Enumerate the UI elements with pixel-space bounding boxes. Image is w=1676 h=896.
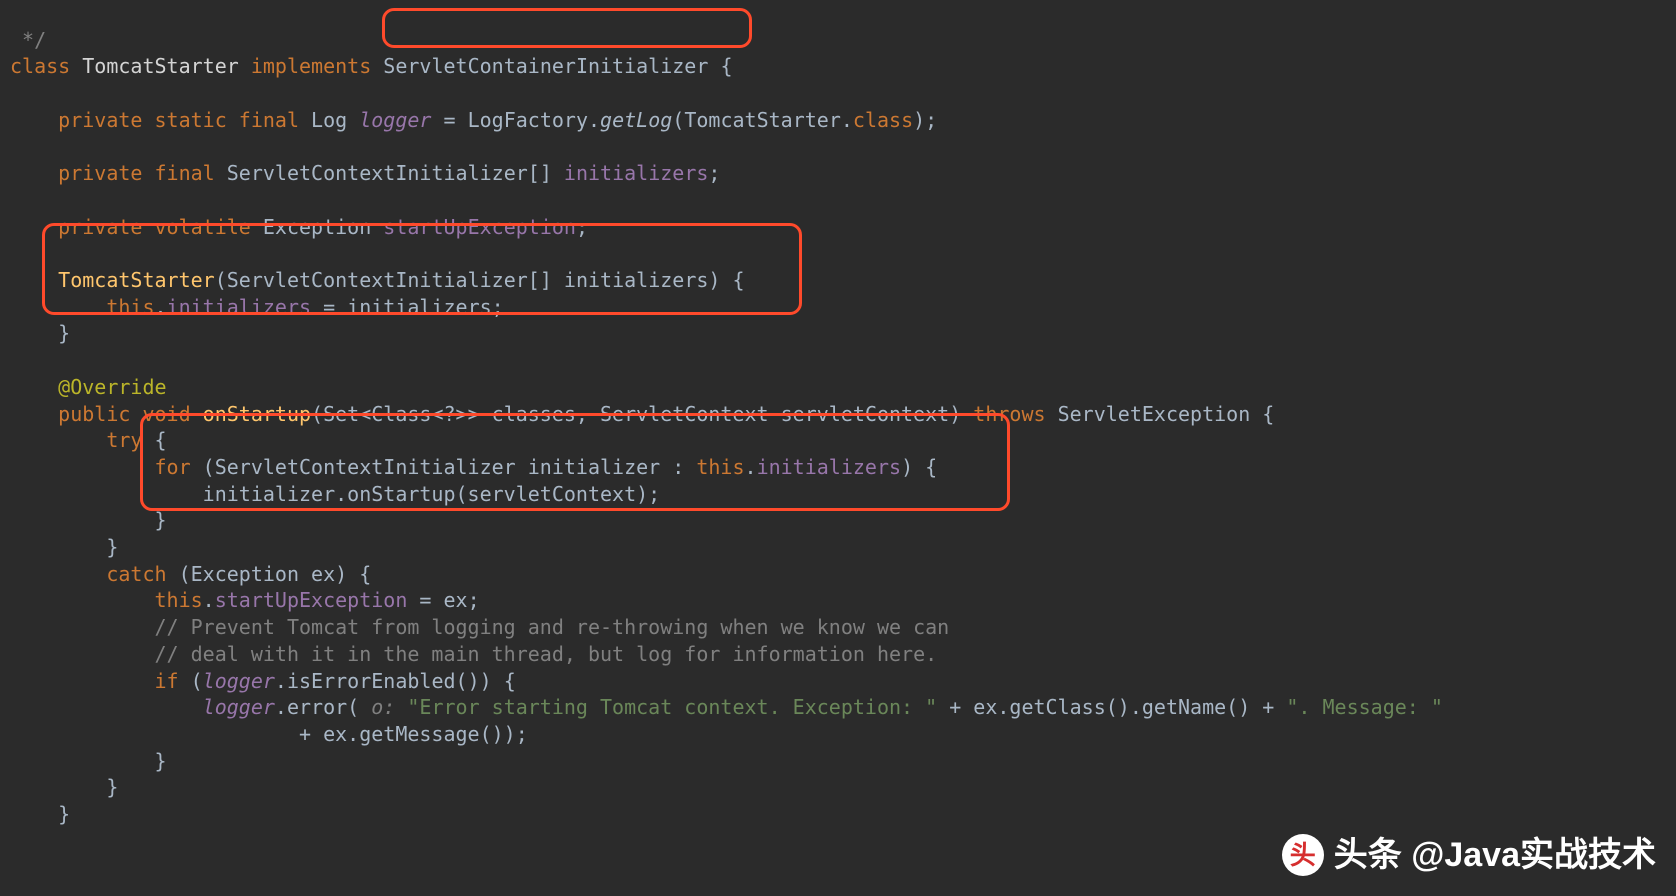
code-text: (ServletContextInitializer[] initializer…	[215, 268, 745, 292]
code-text: .	[203, 588, 215, 612]
code-text: .error(	[275, 695, 371, 719]
code-text: startUpException	[383, 215, 576, 239]
code-text: .	[745, 455, 757, 479]
code-text: (Set<Class<?>> classes, ServletContext s…	[311, 402, 973, 426]
code-text: (	[191, 669, 203, 693]
code-text: ServletContainerInitializer	[383, 54, 720, 78]
code-text: (ServletContextInitializer initializer :	[203, 455, 697, 479]
code-text: this	[696, 455, 744, 479]
code-text: TomcatStarter	[82, 54, 251, 78]
code-text	[10, 268, 58, 292]
string-literal: ". Message: "	[1286, 695, 1443, 719]
code-text: + ex.getClass().getName() +	[937, 695, 1286, 719]
code-text: getLog	[600, 108, 672, 132]
code-text: ServletContextInitializer[]	[227, 161, 564, 185]
code-text: }	[10, 321, 70, 345]
code-text: }	[10, 775, 118, 799]
code-text: .isErrorEnabled()) {	[275, 669, 516, 693]
code-text: TomcatStarter	[58, 268, 215, 292]
code-text: );	[913, 108, 937, 132]
code-text: initializer.onStartup(servletContext);	[10, 482, 660, 506]
code-text: for	[10, 455, 203, 479]
code-text: initializers	[167, 295, 312, 319]
code-text: ) {	[901, 455, 937, 479]
code-editor[interactable]: */ class TomcatStarter implements Servle…	[0, 0, 1676, 828]
code-text	[10, 375, 58, 399]
code-text: logger	[203, 669, 275, 693]
code-text: this	[10, 588, 203, 612]
code-text: (TomcatStarter.	[672, 108, 853, 132]
code-text: + ex.getMessage());	[10, 722, 528, 746]
code-text: class	[853, 108, 913, 132]
code-text: (Exception ex) {	[179, 562, 372, 586]
code-text: this	[10, 295, 155, 319]
code-text: {	[720, 54, 732, 78]
code-text: }	[10, 749, 167, 773]
code-text: initializers	[757, 455, 902, 479]
code-text: ServletException {	[1058, 402, 1275, 426]
code-text: = initializers;	[311, 295, 504, 319]
code-text: private static final	[10, 108, 311, 132]
code-text: startUpException	[215, 588, 408, 612]
code-text: = LogFactory.	[431, 108, 600, 132]
code-text: try	[10, 428, 155, 452]
code-text: }	[10, 802, 70, 826]
code-text: public void	[10, 402, 203, 426]
code-text	[10, 695, 203, 719]
code-text: logger	[203, 695, 275, 719]
code-text: private final	[10, 161, 227, 185]
code-text: {	[155, 428, 167, 452]
code-text: }	[10, 508, 167, 532]
code-text: = ex;	[407, 588, 479, 612]
watermark: 头 头条 @Java实战技术	[1282, 834, 1656, 876]
comment: // deal with it in the main thread, but …	[10, 642, 937, 666]
code-text: .	[155, 295, 167, 319]
code-text: }	[10, 535, 118, 559]
code-text: implements	[251, 54, 383, 78]
watermark-logo-icon: 头	[1282, 834, 1324, 876]
code-text: Exception	[263, 215, 383, 239]
code-text: private volatile	[10, 215, 263, 239]
code-text: class	[10, 54, 82, 78]
string-literal: "Error starting Tomcat context. Exceptio…	[407, 695, 937, 719]
code-text: if	[10, 669, 191, 693]
code-text: onStartup	[203, 402, 311, 426]
code-text: ;	[708, 161, 720, 185]
annotation: @Override	[58, 375, 166, 399]
code-text: */	[10, 28, 46, 52]
code-text: logger	[359, 108, 431, 132]
code-text: Log	[311, 108, 359, 132]
code-text: initializers	[564, 161, 709, 185]
param-hint: o:	[371, 695, 407, 719]
comment: // Prevent Tomcat from logging and re-th…	[10, 615, 949, 639]
code-text: catch	[10, 562, 179, 586]
watermark-label: 头条 @Java实战技术	[1334, 842, 1656, 869]
code-text: ;	[576, 215, 588, 239]
code-text: throws	[973, 402, 1057, 426]
